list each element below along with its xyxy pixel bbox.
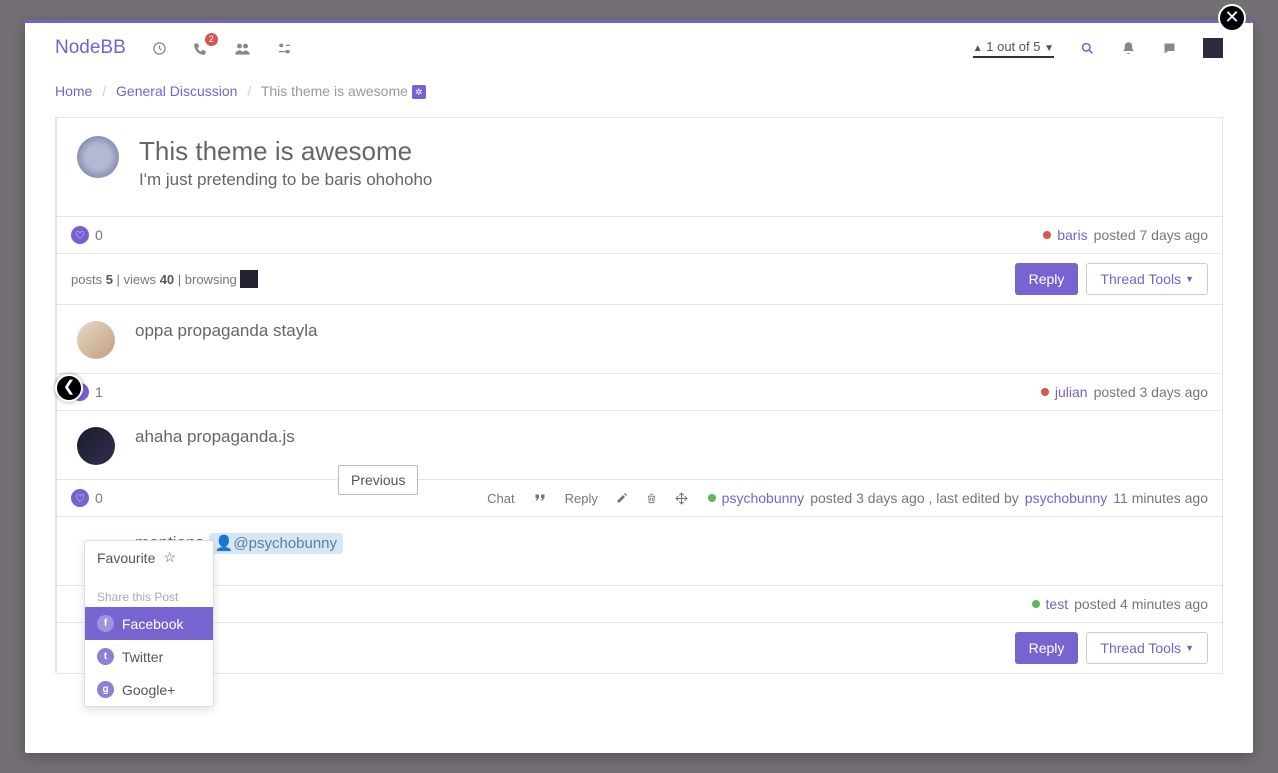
notification-badge: 2 — [205, 33, 218, 46]
rss-icon[interactable]: ✲ — [412, 85, 426, 99]
post-meta: posted 3 days ago — [1094, 384, 1208, 400]
facebook-icon: f — [97, 615, 114, 632]
stats-views-label: views — [124, 272, 157, 287]
share-google[interactable]: g Google+ — [85, 673, 213, 706]
like-icon[interactable]: ♡ — [71, 226, 89, 244]
breadcrumb-home[interactable]: Home — [55, 83, 92, 99]
status-dot-online — [708, 494, 716, 502]
post-author[interactable]: test — [1046, 596, 1069, 612]
browsing-user-avatar[interactable] — [240, 270, 258, 288]
breadcrumb-category[interactable]: General Discussion — [116, 83, 237, 99]
caret-down-icon: ▼ — [1185, 643, 1194, 653]
twitter-icon: t — [97, 648, 114, 665]
user-avatar-nav[interactable] — [1203, 38, 1223, 58]
quote-icon[interactable] — [533, 492, 547, 504]
search-icon[interactable] — [1080, 41, 1095, 56]
move-icon[interactable] — [675, 492, 688, 505]
stats-posts: 5 — [106, 272, 113, 287]
status-dot-offline — [1043, 231, 1051, 239]
admin-icon[interactable] — [277, 41, 292, 56]
post-meta: posted 3 days ago , last edited by — [810, 490, 1019, 506]
status-dot-offline — [1041, 388, 1049, 396]
post-avatar[interactable] — [77, 427, 115, 465]
op-meta: posted 7 days ago — [1094, 227, 1208, 243]
thread-tools-button[interactable]: Thread Tools ▼ — [1086, 263, 1208, 295]
op-avatar[interactable] — [77, 136, 119, 178]
post-actions: Chat Reply — [487, 491, 688, 506]
caret-down-icon: ▼ — [1185, 274, 1194, 284]
post-author[interactable]: julian — [1055, 384, 1088, 400]
thread-stats-row: posts 5 | views 40 | browsing Reply Thre… — [57, 253, 1223, 305]
stats-browsing-label: browsing — [185, 272, 237, 287]
share-facebook[interactable]: f Facebook — [85, 607, 213, 640]
users-icon[interactable] — [234, 41, 251, 56]
chat-action[interactable]: Chat — [487, 491, 514, 506]
edit-icon[interactable] — [616, 492, 628, 504]
close-modal-button[interactable]: ✕ — [1218, 4, 1246, 32]
star-icon: ☆ — [163, 549, 176, 566]
like-count: 0 — [95, 490, 103, 506]
reply-action[interactable]: Reply — [565, 491, 598, 506]
notifications-icon[interactable] — [1121, 41, 1136, 56]
breadcrumb-current: This theme is awesome — [261, 83, 408, 99]
like-count: 0 — [95, 227, 103, 243]
thread-tools-label: Thread Tools — [1100, 640, 1181, 656]
reply-post: oppa propaganda stayla ♡ 1 julian posted… — [57, 304, 1223, 411]
stats-posts-label: posts — [71, 272, 102, 287]
reply-button-bottom[interactable]: Reply — [1015, 632, 1079, 664]
chat-icon[interactable] — [1162, 41, 1177, 56]
op-author[interactable]: baris — [1057, 227, 1087, 243]
share-twitter[interactable]: t Twitter — [85, 640, 213, 673]
share-heading: Share this Post — [85, 584, 213, 607]
original-post: This theme is awesome I'm just pretendin… — [57, 117, 1223, 254]
reply-post: ahaha propaganda.js ♡ 0 Chat Reply — [57, 410, 1223, 517]
post-pager[interactable]: ▲ 1 out of 5 ▼ — [973, 39, 1054, 58]
recent-icon[interactable] — [152, 41, 167, 56]
favourite-option[interactable]: Favourite ☆ — [85, 541, 213, 574]
op-body: I'm just pretending to be baris ohohoho — [139, 170, 432, 190]
stats-views: 40 — [160, 272, 174, 287]
back-button[interactable]: ❮ — [55, 374, 83, 402]
thread-tools-label: Thread Tools — [1100, 271, 1181, 287]
post-editor[interactable]: psychobunny — [1025, 490, 1108, 506]
google-label: Google+ — [122, 682, 175, 698]
like-icon[interactable]: ♡ — [71, 489, 89, 507]
navbar-right: ▲ 1 out of 5 ▼ — [973, 38, 1223, 58]
user-mention[interactable]: 👤@psychobunny — [209, 533, 343, 554]
like-count: 1 — [95, 384, 103, 400]
breadcrumb-sep: / — [102, 83, 106, 99]
post-body: oppa propaganda stayla — [135, 321, 317, 359]
breadcrumb: Home / General Discussion / This theme i… — [55, 83, 1223, 99]
mention-username: @psychobunny — [233, 535, 337, 552]
topic-title: This theme is awesome — [139, 136, 432, 167]
breadcrumb-sep: / — [247, 83, 251, 99]
post-author[interactable]: psychobunny — [722, 490, 805, 506]
post-options-dropdown: Favourite ☆ Share this Post f Facebook t… — [84, 540, 214, 707]
pager-text: 1 out of 5 — [986, 39, 1040, 54]
reply-button[interactable]: Reply — [1015, 263, 1079, 295]
post-body: ahaha propaganda.js — [135, 427, 295, 465]
reply-post: mentions 👤@psychobunny ♡ test posted 4 m… — [57, 516, 1223, 623]
post-meta: posted 4 minutes ago — [1074, 596, 1208, 612]
navbar: NodeBB 2 ▲ 1 out of 5 ▼ — [55, 23, 1223, 73]
favourite-label: Favourite — [97, 550, 155, 566]
facebook-label: Facebook — [122, 616, 183, 632]
post-avatar[interactable] — [77, 321, 115, 359]
thread: This theme is awesome I'm just pretendin… — [55, 117, 1223, 673]
delete-icon[interactable] — [646, 492, 657, 505]
bottom-action-row: Reply Thread Tools ▼ — [57, 622, 1223, 674]
previous-tooltip: Previous — [338, 465, 418, 495]
unread-icon[interactable]: 2 — [193, 41, 208, 56]
google-plus-icon: g — [97, 681, 114, 698]
post-meta-edit-time: 11 minutes ago — [1113, 490, 1208, 506]
brand[interactable]: NodeBB — [55, 37, 126, 59]
status-dot-online — [1032, 600, 1040, 608]
twitter-label: Twitter — [122, 649, 163, 665]
thread-tools-button-bottom[interactable]: Thread Tools ▼ — [1086, 632, 1208, 664]
